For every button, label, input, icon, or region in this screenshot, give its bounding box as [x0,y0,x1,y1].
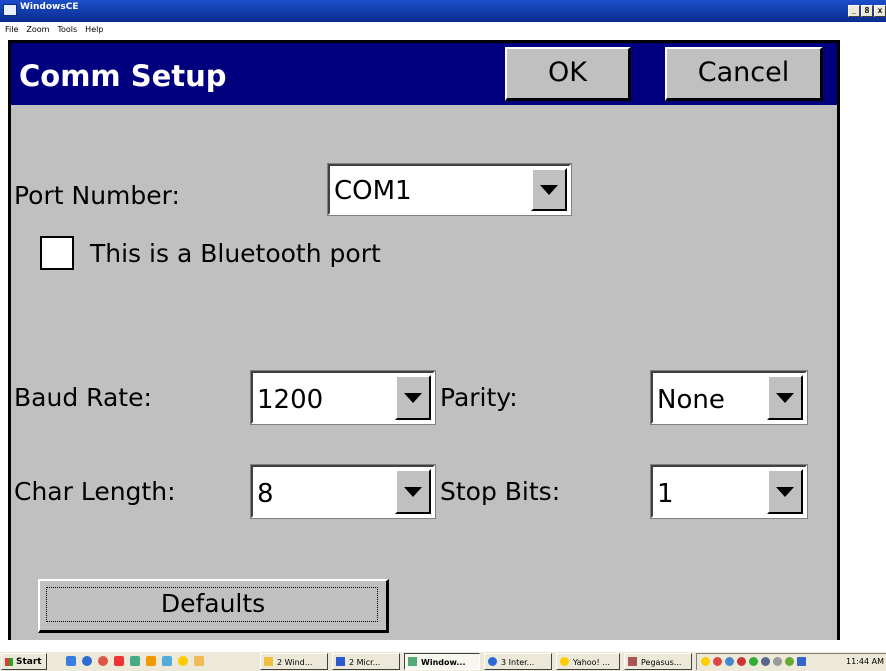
taskbar: Start 2 Wind... 2 Micr... Window... 3 In… [0,651,886,671]
focus-rectangle [46,587,378,622]
quicklaunch-show-desktop-icon[interactable] [66,656,76,666]
quicklaunch-cloud-icon[interactable] [194,656,204,666]
maximize-button[interactable]: 8 [861,5,873,17]
menu-file[interactable]: File [5,22,18,37]
tray-vpn-icon[interactable] [797,657,806,666]
parity-dropdown-button[interactable] [767,375,803,420]
task-microsoft-word[interactable]: 2 Micr... [332,653,400,670]
tray-security-icon[interactable] [737,657,746,666]
ie-icon [488,657,497,666]
bluetooth-label: This is a Bluetooth port [90,239,381,268]
baud-rate-dropdown-button[interactable] [395,375,431,420]
start-label: Start [16,657,42,667]
tray-update-icon[interactable] [761,657,770,666]
ok-button[interactable]: OK [505,47,631,101]
quicklaunch-settings-icon[interactable] [146,656,156,666]
task-label: Yahoo! ... [573,658,610,667]
quicklaunch-app-icon[interactable] [114,656,124,666]
tray-volume-icon[interactable] [773,657,782,666]
char-length-dropdown-button[interactable] [395,469,431,514]
task-windowsce[interactable]: Window... [404,653,480,670]
window-controls: _ 8 x [848,5,886,17]
folder-icon [264,657,273,666]
chevron-down-icon [404,486,422,497]
stop-bits-dropdown-button[interactable] [767,469,803,514]
device-frame: Comm Setup OK Cancel Port Number: COM1 T… [8,40,840,640]
port-number-value: COM1 [334,176,412,206]
word-icon [336,657,345,666]
pegasus-icon [628,657,637,666]
chevron-down-icon [776,392,794,403]
task-internet-explorer[interactable]: 3 Inter... [484,653,552,670]
parity-label: Parity: [440,383,518,412]
defaults-button[interactable]: Defaults [38,579,389,633]
parity-value: None [657,385,725,415]
baud-rate-value: 1200 [257,385,324,415]
task-label: Pegasus... [641,658,682,667]
quicklaunch-messenger-icon[interactable] [178,656,188,666]
menu-bar: File Zoom Tools Help [0,22,886,37]
task-label: 3 Inter... [501,658,535,667]
chevron-down-icon [540,184,558,195]
task-windows-explorer[interactable]: 2 Wind... [260,653,328,670]
quicklaunch-search-icon[interactable] [130,656,140,666]
menu-tools[interactable]: Tools [57,22,77,37]
dialog-header: Comm Setup OK Cancel [11,43,837,105]
parity-select[interactable]: None [650,370,808,425]
task-yahoo[interactable]: Yahoo! ... [556,653,620,670]
menu-zoom[interactable]: Zoom [26,22,49,37]
tray-app-icon[interactable] [713,657,722,666]
chevron-down-icon [404,392,422,403]
stop-bits-value: 1 [657,479,674,509]
windows-flag-icon [5,658,13,666]
port-number-dropdown-button[interactable] [531,168,567,211]
port-number-label: Port Number: [14,181,180,210]
tray-sync-icon[interactable] [749,657,758,666]
window-titlebar[interactable]: WindowsCE _ 8 x [0,0,886,22]
app-icon [3,4,17,16]
close-button[interactable]: x [874,5,886,17]
window-title: WindowsCE [20,2,79,12]
menu-help[interactable]: Help [85,22,103,37]
port-number-select[interactable]: COM1 [327,163,572,216]
quicklaunch-folder-icon[interactable] [162,656,172,666]
baud-rate-select[interactable]: 1200 [250,370,436,425]
stop-bits-label: Stop Bits: [440,477,561,506]
task-label: 2 Micr... [349,658,381,667]
task-label: Window... [421,658,466,667]
minimize-button[interactable]: _ [848,5,860,17]
tray-network-icon[interactable] [725,657,734,666]
chevron-down-icon [776,486,794,497]
dialog-body [11,43,837,640]
start-button[interactable]: Start [1,653,47,670]
bluetooth-checkbox[interactable] [40,236,74,270]
cancel-button[interactable]: Cancel [665,47,823,101]
clock: 11:44 AM [846,657,884,666]
quicklaunch-media-icon[interactable] [98,656,108,666]
tray-antivirus-icon[interactable] [785,657,794,666]
emulator-icon [408,657,417,666]
quicklaunch-ie-icon[interactable] [82,656,92,666]
char-length-value: 8 [257,479,274,509]
char-length-select[interactable]: 8 [250,464,436,519]
task-pegasus[interactable]: Pegasus... [624,653,692,670]
system-tray: 11:44 AM [696,653,886,670]
tray-messenger-icon[interactable] [701,657,710,666]
dialog-title: Comm Setup [19,59,227,93]
stop-bits-select[interactable]: 1 [650,464,808,519]
task-label: 2 Wind... [277,658,313,667]
char-length-label: Char Length: [14,477,176,506]
yahoo-icon [560,657,569,666]
baud-rate-label: Baud Rate: [14,383,152,412]
